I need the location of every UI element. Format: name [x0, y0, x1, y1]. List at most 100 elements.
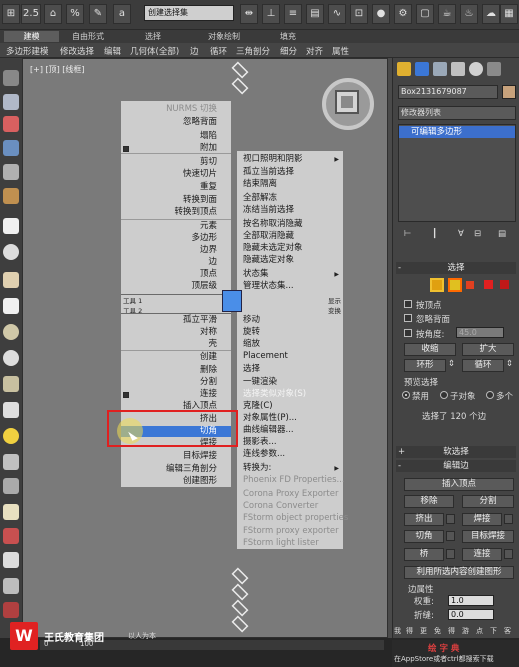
quad-item-nurms-toggle[interactable]: NURMS 切换 [166, 104, 217, 115]
quad-item-split[interactable]: 分割 [200, 377, 217, 388]
a360-icon[interactable]: ☁ [482, 4, 500, 24]
connect-settings-icon[interactable] [504, 549, 513, 559]
quad-item-ignore-backface[interactable]: 忽略背面 [183, 117, 217, 128]
br-icon[interactable]: 免 [434, 626, 441, 636]
show-end-icon[interactable]: ┃ [432, 229, 437, 239]
tool-link-icon[interactable] [3, 94, 19, 110]
shrink-button[interactable]: 收缩 [404, 343, 456, 356]
tool-sphere2-icon[interactable] [3, 350, 19, 366]
quad-item-edge[interactable]: 边 [208, 257, 217, 268]
ribbon-item-poly-modeling[interactable]: 多边形建模 [6, 45, 49, 57]
ribbon-item-loops[interactable]: 循环 [210, 45, 227, 57]
motion-tab-icon[interactable] [451, 62, 465, 76]
tab-modeling[interactable]: 建模 [4, 31, 59, 42]
quad-item-convert-to[interactable]: 转换为: [243, 463, 271, 474]
quad-item-isolate-smooth[interactable]: 孤立平滑 [183, 315, 217, 326]
quad-item-scale[interactable]: 缩放 [243, 339, 260, 350]
extra-tool-icon[interactable]: ▦ [500, 4, 518, 24]
curve-editor-icon[interactable]: ∿ [328, 4, 346, 24]
snap-toggle-icon[interactable]: ⊞ [2, 4, 20, 24]
quad-item-edit-triangulation[interactable]: 编辑三角剖分 [166, 464, 217, 475]
quad-item-quickslice[interactable]: 快速切片 [183, 169, 217, 180]
spinner-snap-icon[interactable]: ⌂ [44, 4, 62, 24]
ribbon-item-triangulation[interactable]: 三角剖分 [236, 45, 270, 57]
quad-item-move[interactable]: 移动 [243, 315, 260, 326]
viewport-label[interactable]: [+] [顶] [线框] [30, 64, 85, 75]
tool-torus-icon[interactable] [3, 376, 19, 392]
quad-item-one-click-render[interactable]: 一键渲染 [243, 377, 277, 388]
quad-item-wire-parameters[interactable]: 连线参数... [243, 449, 285, 460]
quad-item-hide-unselected[interactable]: 隐藏未选定对象 [243, 243, 303, 254]
quad-item-symmetry[interactable]: 对称 [200, 327, 217, 338]
rollout-edit-edges-header[interactable]: - 编辑边 [396, 460, 516, 472]
weight-spinner[interactable]: 1.0 [448, 595, 494, 606]
loop-button[interactable]: 循环 [462, 359, 504, 372]
rollout-selection-header[interactable]: - 选择 [396, 262, 516, 274]
edit-named-sets-icon[interactable]: ✎ [89, 4, 107, 24]
quad-item-unfreeze-all[interactable]: 全部解冻 [243, 193, 277, 204]
br-icon[interactable]: 客 [504, 626, 511, 636]
grow-button[interactable]: 扩大 [462, 343, 514, 356]
ribbon-item-modify-selection[interactable]: 修改选择 [60, 45, 94, 57]
material-editor-icon[interactable]: ● [372, 4, 390, 24]
tool-person-icon[interactable] [3, 552, 19, 568]
rollout-soft-selection-header[interactable]: + 软选择 [396, 446, 516, 458]
extrude-button[interactable]: 挤出 [404, 513, 444, 526]
tool-sun-icon[interactable] [3, 428, 19, 444]
ring-button[interactable]: 环形 [404, 359, 446, 372]
edge-level-icon[interactable] [448, 278, 462, 292]
preview-multi-radio[interactable] [486, 391, 494, 399]
ring-spinner-icon[interactable]: ⇕ [448, 359, 455, 369]
render-frame-icon[interactable]: ▢ [416, 4, 434, 24]
quad-item-top-level[interactable]: 顶层级 [191, 281, 217, 292]
quad-item-manage-state-sets[interactable]: 管理状态集... [243, 281, 294, 292]
settings-box-icon[interactable] [123, 146, 129, 152]
angle-spinner[interactable]: 45.0 [456, 327, 504, 338]
quad-item-shell[interactable]: 壳 [208, 339, 217, 350]
br-icon[interactable]: 我 [394, 626, 401, 636]
tool-cone-icon[interactable] [3, 402, 19, 418]
pin-stack-icon[interactable]: ⊢ [404, 229, 411, 239]
named-selection-field[interactable]: 创建选择集 [144, 5, 234, 21]
quad-item-create-shape[interactable]: 创建图形 [183, 476, 217, 487]
quad-item-isolate-selection[interactable]: 孤立当前选择 [243, 167, 294, 178]
tab-populate[interactable]: 填充 [266, 31, 310, 42]
target-weld-button[interactable]: 目标焊接 [462, 530, 514, 543]
ignore-backface-checkbox[interactable] [404, 314, 412, 322]
tool-cube-icon[interactable] [3, 272, 19, 288]
hierarchy-tab-icon[interactable] [433, 62, 447, 76]
br-icon[interactable]: 游 [462, 626, 469, 636]
quad-item-unhide-by-name[interactable]: 按名称取消隐藏 [243, 219, 303, 230]
display-tab-icon[interactable] [469, 62, 483, 76]
split-button[interactable]: 分割 [462, 495, 514, 508]
tool-cylinder-icon[interactable] [3, 324, 19, 340]
mirror-icon[interactable]: ⇹ [240, 4, 258, 24]
chamfer-button[interactable]: 切角 [404, 530, 444, 543]
quad-item-repeat[interactable]: 重复 [200, 182, 217, 193]
tool-pen-icon[interactable] [3, 504, 19, 520]
tool-note-icon[interactable] [3, 218, 19, 234]
angle-snap-button[interactable]: 2.5 [21, 4, 41, 24]
abc-icon[interactable]: a [113, 4, 131, 24]
tool-box-icon[interactable] [3, 298, 19, 314]
remove-button[interactable]: 移除 [404, 495, 454, 508]
quad-item-delete[interactable]: 删除 [200, 365, 217, 376]
quad-item-convert-face[interactable]: 转换到面 [183, 195, 217, 206]
quad-item-fstorm-object[interactable]: FStorm object properties [243, 513, 348, 524]
remove-modifier-icon[interactable]: ⊟ [474, 229, 481, 239]
quad-item-unhide-all[interactable]: 全部取消隐藏 [243, 231, 294, 242]
quad-item-end-isolate[interactable]: 结束隔离 [243, 179, 277, 190]
quad-item-freeze-selection[interactable]: 冻结当前选择 [243, 205, 294, 216]
tool-palette-icon[interactable] [3, 188, 19, 204]
quad-item-clone[interactable]: 克隆(C) [243, 401, 273, 412]
make-unique-icon[interactable]: ∀ [458, 229, 464, 239]
loop-spinner-icon[interactable]: ⇕ [506, 359, 513, 369]
tool-skull-icon[interactable] [3, 528, 19, 544]
ribbon-item-subdivision[interactable]: 细分 [280, 45, 297, 57]
modify-tab-icon[interactable] [415, 62, 429, 76]
tab-object-paint[interactable]: 对象绘制 [196, 31, 252, 42]
tab-freeform[interactable]: 自由形式 [60, 31, 116, 42]
quad-item-create[interactable]: 创建 [200, 352, 217, 363]
br-icon[interactable]: 得 [406, 626, 413, 636]
vertex-level-icon[interactable] [430, 278, 444, 292]
